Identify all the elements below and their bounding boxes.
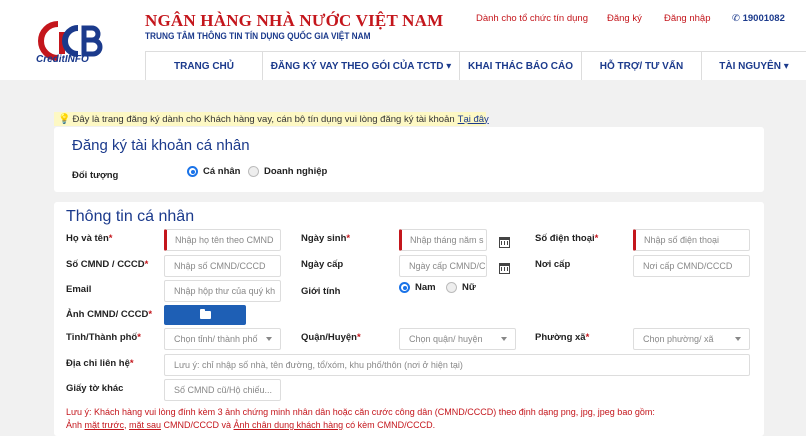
note-line-2: Ảnh mặt trước, mặt sau CMND/CCCD và Ảnh … [66,419,716,432]
province-select[interactable]: Chọn tỉnh/ thành phố [164,328,281,350]
upload-note: Lưu ý: Khách hàng vui lòng đính kèm 3 ản… [66,406,716,432]
notice-banner: 💡 Đây là trang đăng ký dành cho Khách hà… [54,112,489,126]
district-select[interactable]: Chọn quận/ huyện [399,328,516,350]
chevron-down-icon [501,337,507,341]
hotline-number: 19001082 [742,13,785,24]
ward-select[interactable]: Chọn phường/ xã [633,328,750,350]
radio-label: Cá nhân [203,166,241,177]
site-header: CreditINFO NGÂN HÀNG NHÀ NƯỚC VIỆT NAM T… [0,0,806,80]
idnum-input[interactable]: Nhập số CMND/CCCD [164,255,281,277]
main-nav: TRANG CHỦ ĐĂNG KÝ VAY THEO GÓI CỦA TCTD … [145,51,806,80]
issue-date-label: Ngày cấp [301,259,344,270]
email-input[interactable]: Nhập hộp thư của quý kh [164,280,281,302]
link-register[interactable]: Đăng ký [607,13,642,24]
note-text: Ảnh [66,420,83,430]
radio-female[interactable]: Nữ [446,282,476,293]
radio-individual[interactable]: Cá nhân [187,166,240,177]
link-credit-institutions[interactable]: Dành cho tổ chức tín dụng [476,13,588,24]
account-title: Đăng ký tài khoản cá nhân [72,137,250,154]
notice-text: Đây là trang đăng ký dành cho Khách hàng… [72,113,455,125]
radio-dot [248,166,259,177]
other-doc-input[interactable]: Số CMND cũ/Hộ chiếu... [164,379,281,401]
address-input[interactable]: Lưu ý: chỉ nhập số nhà, tên đường, tổ/xó… [164,354,750,376]
ward-placeholder: Chọn phường/ xã [643,334,714,344]
radio-dot [187,166,198,177]
fullname-label: Họ và tên* [66,233,113,244]
personal-info-card: Thông tin cá nhân Họ và tên* Nhập họ tên… [54,202,764,436]
dob-input[interactable]: Nhập tháng năm s [399,229,487,251]
logo-text: CreditINFO [36,54,89,65]
link-login[interactable]: Đăng nhập [664,13,710,24]
hotline[interactable]: ✆ 19001082 [732,13,785,24]
note-portrait-link[interactable]: Ảnh chân dung khách hàng [234,420,344,430]
radio-male[interactable]: Nam [399,282,436,293]
fullname-input[interactable]: Nhập họ tên theo CMND [164,229,281,251]
province-label: Tỉnh/Thành phố* [66,332,141,343]
nav-loan-register[interactable]: ĐĂNG KÝ VAY THEO GÓI CỦA TCTD ▾ [262,52,459,80]
brand-title: NGÂN HÀNG NHÀ NƯỚC VIỆT NAM [145,11,444,30]
issue-place-label: Nơi cấp [535,259,571,270]
note-text: có kèm CMND/CCCD. [345,420,436,430]
brand-subtitle: TRUNG TÂM THÔNG TIN TÍN DỤNG QUỐC GIA VI… [145,31,371,41]
radio-dot [446,282,457,293]
radio-label: Nam [415,282,436,293]
district-placeholder: Chọn quận/ huyện [409,334,483,344]
phone-label: Số điện thoại* [535,233,599,244]
district-label: Quận/Huyện* [301,332,361,343]
ward-label: Phường xã* [535,332,590,343]
radio-business[interactable]: Doanh nghiệp [248,166,327,177]
note-back-link[interactable]: mặt sau [129,420,161,430]
issue-place-input[interactable]: Nơi cấp CMND/CCCD [633,255,750,277]
chevron-down-icon [735,337,741,341]
upload-button[interactable] [164,305,246,325]
personal-title: Thông tin cá nhân [66,208,195,225]
calendar-icon[interactable] [499,237,510,248]
subject-label: Đối tượng [72,170,119,181]
note-line-1: Lưu ý: Khách hàng vui lòng đính kèm 3 ản… [66,407,655,417]
radio-dot [399,282,410,293]
chevron-down-icon [266,337,272,341]
address-label: Địa chỉ liên hệ* [66,358,134,369]
note-text: CMND/CCCD và [163,420,232,430]
nav-resources[interactable]: TÀI NGUYÊN ▾ [701,52,806,80]
idnum-label: Số CMND / CCCD* [66,259,149,270]
dob-label: Ngày sinh* [301,233,351,244]
radio-label: Doanh nghiệp [264,166,328,177]
account-type-card: Đăng ký tài khoản cá nhân Đối tượng Cá n… [54,127,764,192]
other-doc-label: Giấy tờ khác [66,383,124,394]
radio-label: Nữ [462,282,476,293]
nav-home[interactable]: TRANG CHỦ [145,52,262,80]
folder-icon [199,309,211,319]
notice-link[interactable]: Tại đây [458,114,489,125]
id-image-label: Ảnh CMND/ CCCD* [66,309,153,320]
phone-icon: ✆ [732,13,740,24]
phone-input[interactable]: Nhập số điện thoại [633,229,750,251]
note-text: , [123,420,127,430]
lightbulb-icon: 💡 [58,113,71,125]
email-label: Email [66,284,92,295]
nav-reports[interactable]: KHAI THÁC BÁO CÁO [459,52,581,80]
issue-date-input[interactable]: Ngày cấp CMND/C [399,255,487,277]
province-placeholder: Chọn tỉnh/ thành phố [174,334,258,344]
nav-support[interactable]: HỖ TRỢ/ TƯ VẤN [581,52,701,80]
calendar-icon[interactable] [499,263,510,274]
gender-label: Giới tính [301,286,341,297]
note-front-link[interactable]: mặt trước [85,420,124,430]
